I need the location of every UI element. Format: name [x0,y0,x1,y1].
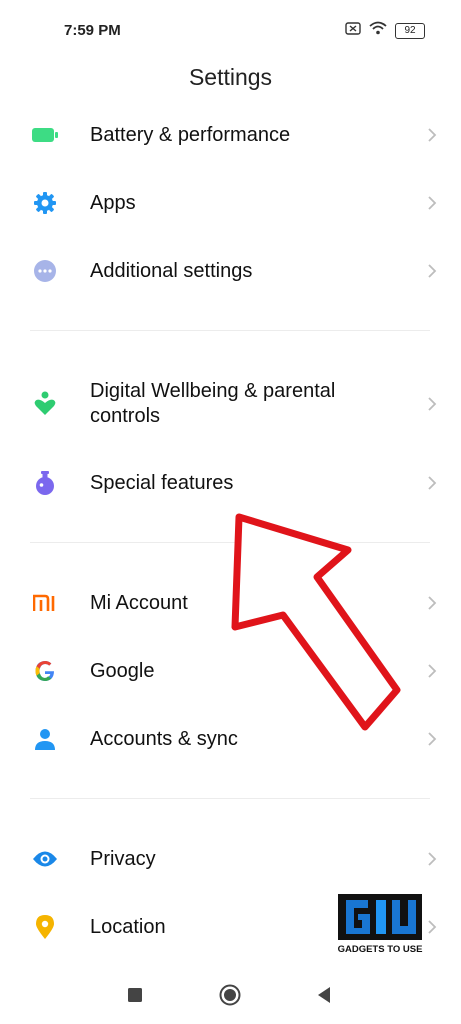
chevron-right-icon [425,264,439,278]
battery-icon [32,122,58,148]
settings-item-label: Mi Account [90,591,188,614]
label-line-2: controls [90,405,161,427]
settings-item-label: Digital Wellbeing & parental controls [90,379,335,429]
red-arrow-annotation [231,513,401,731]
settings-item-accounts-sync[interactable]: Accounts & sync [0,722,461,756]
navigation-bar [0,968,461,1024]
settings-item-label: Apps [90,191,136,214]
wifi-icon [369,21,387,40]
mi-logo-icon [32,590,58,616]
location-pin-icon [32,914,58,940]
chevron-right-icon [425,397,439,411]
chevron-right-icon [425,596,439,610]
chevron-right-icon [425,852,439,866]
status-bar: 7:59 PM 92 [0,0,461,60]
settings-item-label: Battery & performance [90,123,291,146]
more-dots-icon [32,258,58,284]
chevron-right-icon [425,476,439,490]
settings-item-label: Google [90,659,155,682]
chevron-right-icon [425,128,439,142]
settings-item-digital-wellbeing[interactable]: Digital Wellbeing & parental controls [0,378,461,430]
divider [30,330,430,331]
svg-text:GADGETS TO USE: GADGETS TO USE [338,944,423,955]
page-title: Settings [188,64,273,90]
settings-item-mi-account[interactable]: Mi Account [0,586,461,620]
status-time: 7:59 PM [64,22,121,39]
settings-item-label: Privacy [90,847,156,870]
person-icon [32,726,58,752]
back-icon[interactable] [311,982,337,1008]
chevron-right-icon [425,732,439,746]
gadgets-to-use-watermark: GADGETS TO USE [332,890,428,956]
chevron-right-icon [425,196,439,210]
eye-icon [32,846,58,872]
chevron-right-icon [425,664,439,678]
gear-icon [32,190,58,216]
wellbeing-icon [32,391,58,417]
settings-item-special-features[interactable]: Special features [0,466,461,500]
settings-item-label: Special features [90,471,234,494]
status-icons: 92 [345,21,425,40]
google-icon [32,658,58,684]
flask-icon [32,470,58,496]
divider [30,542,430,543]
home-icon[interactable] [217,982,243,1008]
sim-off-icon [345,21,361,40]
recents-icon[interactable] [122,982,148,1008]
settings-item-label: Additional settings [90,259,253,282]
battery-level: 92 [395,22,425,39]
settings-item-label: Location [90,915,166,938]
settings-item-additional[interactable]: Additional settings [0,254,461,288]
settings-item-privacy[interactable]: Privacy [0,842,461,876]
settings-item-apps[interactable]: Apps [0,186,461,220]
divider [30,798,430,799]
settings-item-label: Accounts & sync [90,727,238,750]
settings-item-battery[interactable]: Battery & performance [0,118,461,152]
settings-item-google[interactable]: Google [0,654,461,688]
label-line-1: Digital Wellbeing & parental [90,380,336,402]
